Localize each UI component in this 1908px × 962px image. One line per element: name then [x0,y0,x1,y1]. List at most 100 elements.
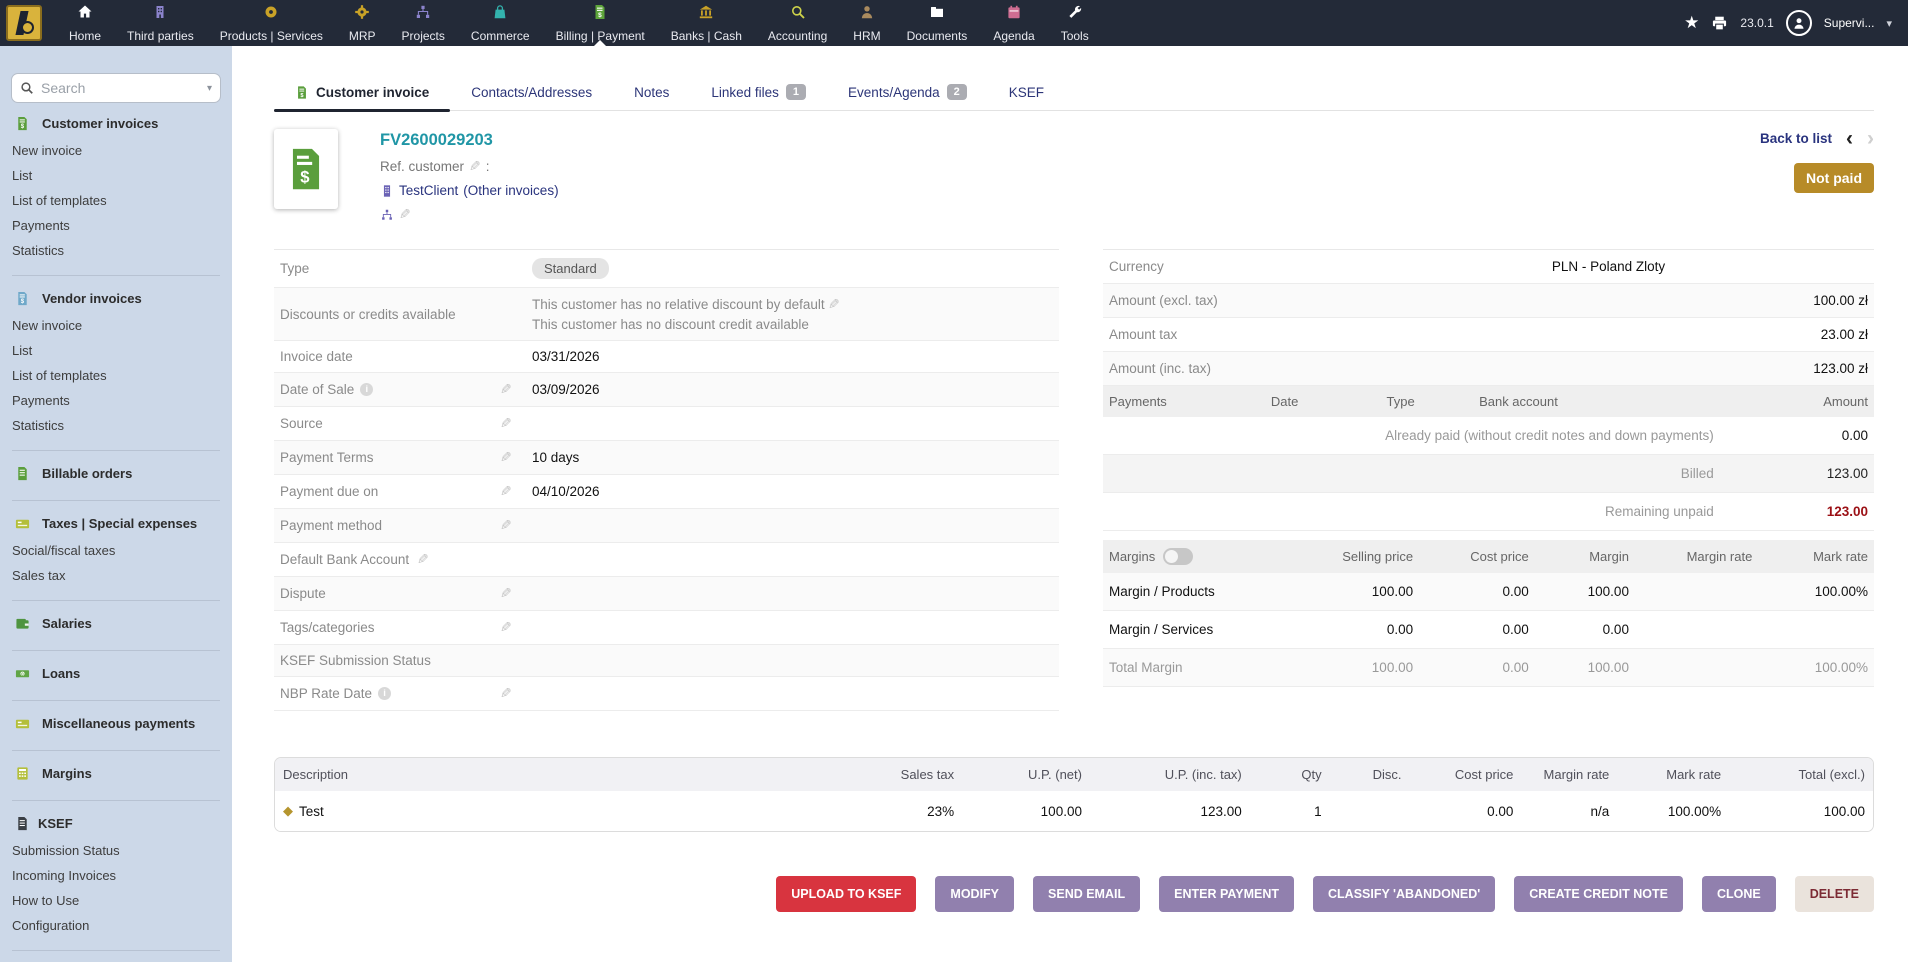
pencil-icon[interactable]: ✎ [417,551,429,568]
mrp-icon [354,4,370,20]
create-credit-note-button[interactable]: CREATE CREDIT NOTE [1514,876,1683,912]
pencil-icon[interactable]: ✎ [399,206,411,223]
classify-abandoned-button[interactable]: CLASSIFY 'ABANDONED' [1313,876,1495,912]
menu-tools[interactable]: Tools [1048,0,1102,46]
tab-ksef[interactable]: KSEF [988,77,1065,110]
accounting-icon [790,4,806,20]
sidebar-title-margins[interactable]: Margins [0,759,232,788]
search-input[interactable] [41,80,200,96]
menu-hrm[interactable]: HRM [840,0,893,46]
previous-record-icon[interactable]: ‹ [1846,132,1853,146]
app-logo[interactable] [6,5,42,41]
pencil-icon[interactable]: ✎ [469,158,481,175]
upload-to-ksef-button[interactable]: UPLOAD TO KSEF [776,876,916,912]
menu-products-services[interactable]: Products | Services [207,0,336,46]
sidebar-item-statistics[interactable]: Statistics [0,413,232,438]
sidebar-item-list-of-templates[interactable]: List of templates [0,188,232,213]
pencil-icon[interactable]: ✎ [500,483,512,500]
modify-button[interactable]: MODIFY [935,876,1014,912]
menu-third-parties[interactable]: Third parties [114,0,207,46]
sidebar-title-billable-orders[interactable]: Billable orders [0,459,232,488]
pencil-icon[interactable]: ✎ [500,585,512,602]
sidebar-title-loans[interactable]: 0 Loans [0,659,232,688]
menu-documents[interactable]: Documents [894,0,981,46]
search-dropdown-caret[interactable]: ▾ [207,83,212,94]
sidebar-item-sales-tax[interactable]: Sales tax [0,563,232,588]
tab-label: Linked files [711,85,779,100]
sidebar-item-list[interactable]: List [0,338,232,363]
tab-customer-invoice[interactable]: $ Customer invoice [274,77,450,110]
sidebar-item-submission-status[interactable]: Submission Status [0,838,232,863]
sidebar-title-ksef[interactable]: KSEF [0,809,232,838]
sidebar-section-salaries: Salaries [0,603,232,646]
bookmarks-icon[interactable]: ★ [1684,13,1699,33]
sidebar-title-vendor-invoices[interactable]: $ Vendor invoices [0,284,232,313]
invoice-icon: $ [295,85,309,100]
sidebar-item-payments[interactable]: Payments [0,388,232,413]
pencil-icon[interactable]: ✎ [500,685,512,702]
sidebar-title-salaries[interactable]: Salaries [0,609,232,638]
sidebar-item-list-of-templates[interactable]: List of templates [0,363,232,388]
other-invoices-link[interactable]: (Other invoices) [463,183,558,198]
sidebar-search[interactable]: ▾ [11,73,221,103]
sidebar-item-list[interactable]: List [0,163,232,188]
menu-banks-cash[interactable]: Banks | Cash [658,0,755,46]
sidebar-title-misc-payments[interactable]: Miscellaneous payments [0,709,232,738]
menu-billing-payment[interactable]: $ Billing | Payment [543,0,658,46]
product-link[interactable]: Test [299,804,324,819]
tab-linked-files[interactable]: Linked files1 [690,76,827,110]
tab-notes[interactable]: Notes [613,77,690,110]
menu-home[interactable]: Home [56,0,114,46]
menu-agenda[interactable]: Agenda [980,0,1047,46]
margins-header-row: Margins Selling price Cost price Margin … [1103,540,1874,573]
menu-accounting[interactable]: Accounting [755,0,840,46]
menu-mrp[interactable]: MRP [336,0,389,46]
sidebar-item-statistics[interactable]: Statistics [0,238,232,263]
enter-payment-button[interactable]: ENTER PAYMENT [1159,876,1294,912]
margins-toggle[interactable] [1163,548,1193,565]
divider [12,600,220,601]
sidebar-item-social-fiscal-taxes[interactable]: Social/fiscal taxes [0,538,232,563]
invoice-thumbnail[interactable]: $ [274,129,338,209]
chevron-down-icon[interactable]: ▾ [1886,17,1892,30]
print-icon[interactable] [1711,15,1728,32]
invoice-banner: $ FV2600029203 Ref. customer ✎ : TestCli… [274,129,1874,223]
sidebar-section-vendor-invoices: $ Vendor invoices New invoice List List … [0,278,232,446]
pencil-icon[interactable]: ✎ [500,449,512,466]
menu-projects[interactable]: Projects [389,0,458,46]
vendor-invoice-icon: $ [15,291,30,306]
line-item-row: ◆Test 23% 100.00 123.00 1 0.00 n/a 100.0… [275,791,1873,831]
menu-label: Banks | Cash [671,29,742,43]
menu-commerce[interactable]: Commerce [458,0,543,46]
billing-icon: $ [592,4,608,20]
sidebar-item-configuration[interactable]: Configuration [0,913,232,938]
project-icon[interactable] [380,208,394,222]
tab-contacts-addresses[interactable]: Contacts/Addresses [450,77,613,110]
pencil-icon[interactable]: ✎ [500,619,512,636]
user-avatar[interactable] [1786,10,1812,36]
pencil-icon[interactable]: ✎ [500,415,512,432]
sidebar-title-taxes[interactable]: Taxes | Special expenses [0,509,232,538]
send-email-button[interactable]: SEND EMAIL [1033,876,1140,912]
invoice-ref: FV2600029203 [380,131,559,150]
delete-button[interactable]: DELETE [1795,876,1874,912]
ref-customer-line: Ref. customer ✎ : [380,158,559,175]
projects-icon [415,4,431,20]
sidebar-item-new-invoice[interactable]: New invoice [0,138,232,163]
pencil-icon[interactable]: ✎ [500,381,512,398]
back-to-list-link[interactable]: Back to list [1760,131,1832,146]
tab-events-agenda[interactable]: Events/Agenda2 [827,76,988,110]
sidebar-item-incoming-invoices[interactable]: Incoming Invoices [0,863,232,888]
pencil-icon[interactable]: ✎ [828,296,840,313]
sidebar-item-how-to-use[interactable]: How to Use [0,888,232,913]
tab-label: Customer invoice [316,85,429,100]
pencil-icon[interactable]: ✎ [500,517,512,534]
menu-label: Products | Services [220,29,323,43]
sidebar-title-customer-invoices[interactable]: $ Customer invoices [0,109,232,138]
sidebar-item-payments[interactable]: Payments [0,213,232,238]
thirdparty-link[interactable]: TestClient [399,183,458,198]
total-margin-row: Total Margin 100.00 0.00 100.00 100.00% [1103,649,1874,687]
user-name[interactable]: Supervi... [1824,16,1875,30]
clone-button[interactable]: CLONE [1702,876,1776,912]
sidebar-item-new-invoice[interactable]: New invoice [0,313,232,338]
